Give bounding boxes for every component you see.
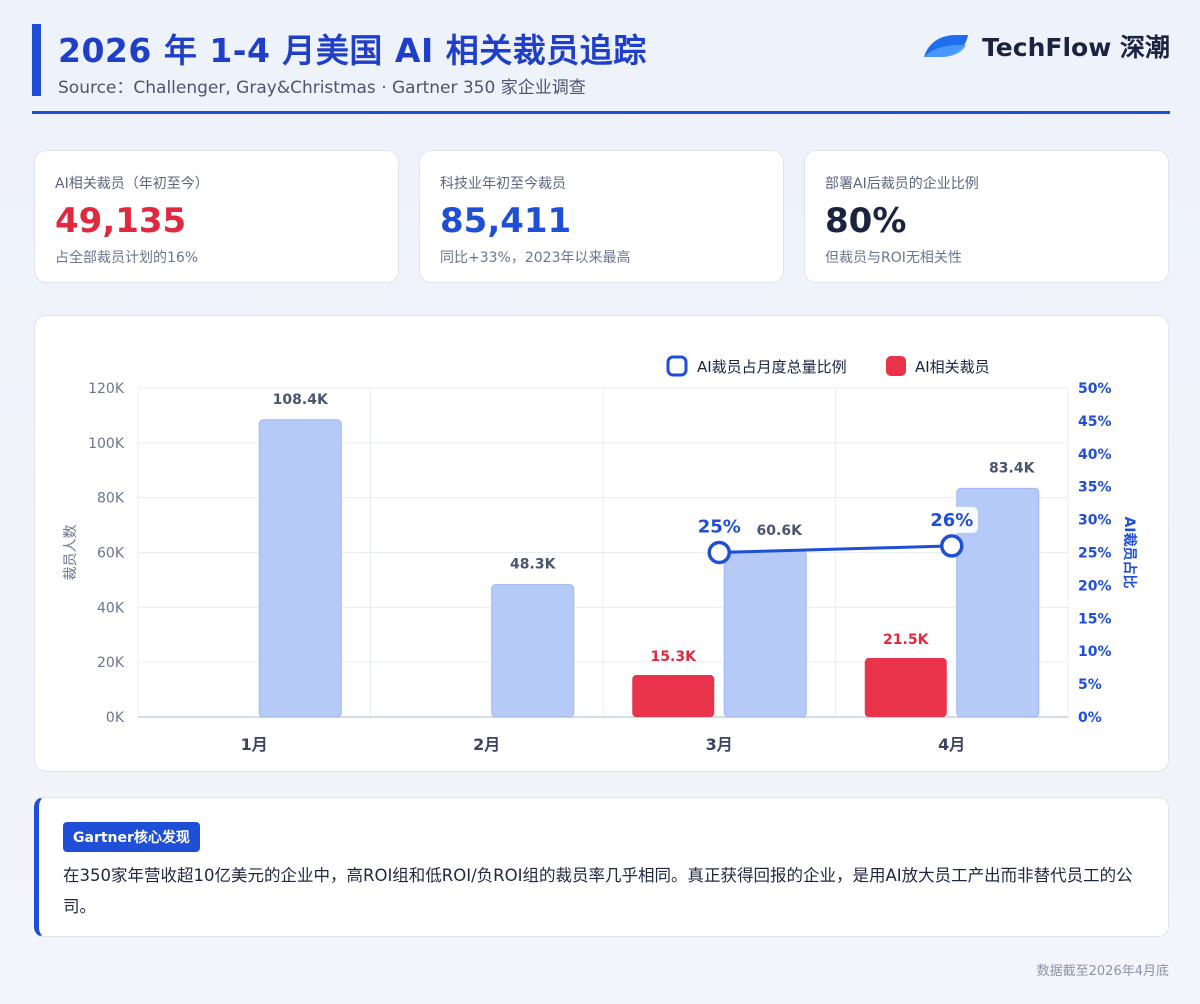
techflow-logo-icon (924, 35, 969, 57)
header: 2026 年 1-4 月美国 AI 相关裁员追踪 Source：Challeng… (32, 22, 1170, 114)
y2-axis-title: AI裁员占比 (1121, 516, 1138, 588)
y2-tick-label: 40% (1078, 447, 1112, 463)
title-accent-bar (32, 24, 41, 96)
y-tick-label: 0K (106, 710, 125, 726)
y-tick-label: 40K (97, 600, 125, 616)
kpi-card-ai-company-ratio: 部署AI后裁员的企业比例 80% 但裁员与ROI无相关性 (804, 150, 1169, 283)
kpi-card-tech-layoffs: 科技业年初至今裁员 85,411 同比+33%，2023年以来最高 (419, 150, 784, 283)
y-tick-label: 100K (88, 436, 125, 452)
finding-text: 在350家年营收超10亿美元的企业中，高ROI组和低ROI/负ROI组的裁员率几… (63, 866, 1133, 916)
kpi-value: 49,135 (55, 201, 187, 241)
legend-label-ratio: AI裁员占月度总量比例 (697, 358, 847, 376)
x-tick-label: 1月 (241, 735, 268, 754)
kpi-label: 科技业年初至今裁员 (440, 176, 566, 192)
legend-swatch-ratio (666, 355, 688, 377)
y2-tick-label: 20% (1078, 578, 1112, 594)
ratio-point (707, 540, 731, 565)
kpi-label: 部署AI后裁员的企业比例 (825, 176, 979, 192)
page-subtitle: Source：Challenger, Gray&Christmas · Gart… (58, 78, 586, 98)
y-tick-label: 120K (88, 381, 125, 397)
kpi-value: 85,411 (440, 201, 572, 241)
layoffs-chart: 0K 20K 40K 60K 80K 100K 120K 0% 5% 10% 15% 20% 25% 30… (63, 355, 1138, 754)
y2-tick-label: 10% (1078, 644, 1112, 660)
finding-card: Gartner核心发现 在350家年营收超10亿美元的企业中，高ROI组和低RO… (34, 797, 1169, 937)
y2-tick-label: 5% (1078, 677, 1102, 693)
kpi-value: 80% (825, 201, 907, 241)
ratio-label: 25% (698, 517, 741, 538)
bar-total-layoffs (491, 584, 575, 718)
kpi-note: 但裁员与ROI无相关性 (825, 250, 962, 266)
x-tick-label: 3月 (706, 735, 733, 754)
legend-label-ai: AI相关裁员 (915, 358, 990, 376)
chart-card: 0K 20K 40K 60K 80K 100K 120K 0% 5% 10% 15% 20% 25% 30… (34, 315, 1169, 772)
kpi-note: 占全部裁员计划的16% (55, 250, 199, 266)
y-tick-label: 20K (97, 655, 125, 671)
data-label: 108.4K (273, 392, 329, 408)
finding-badge: Gartner核心发现 (63, 822, 200, 852)
ratio-label: 26% (930, 510, 973, 531)
bar-ai-layoffs (864, 658, 947, 717)
brand: TechFlow 深潮 (922, 28, 1170, 64)
legend-swatch-ai (886, 356, 906, 376)
y2-tick-label: 35% (1078, 480, 1112, 496)
ratio-point (940, 534, 964, 558)
brand-name: TechFlow 深潮 (982, 33, 1170, 62)
y-tick-label: 80K (97, 491, 125, 507)
page-title: 2026 年 1-4 月美国 AI 相关裁员追踪 (58, 31, 647, 70)
data-label: 83.4K (989, 460, 1036, 476)
y-tick-label: 60K (97, 546, 125, 562)
x-tick-label: 2月 (473, 735, 500, 754)
y-axis-title: 裁员人数 (63, 525, 79, 581)
data-label: 60.6K (757, 523, 804, 539)
bar-total-layoffs (258, 419, 342, 718)
y2-tick-label: 15% (1078, 611, 1112, 627)
y2-tick-label: 45% (1078, 414, 1112, 430)
bar-ai-layoffs (632, 675, 715, 717)
y2-tick-label: 0% (1078, 710, 1102, 726)
kpi-note: 同比+33%，2023年以来最高 (440, 250, 631, 266)
y2-tick-label: 50% (1078, 381, 1112, 397)
kpi-label: AI相关裁员（年初至今） (55, 176, 209, 192)
footnote: 数据截至2026年4月底 (1036, 964, 1169, 979)
kpi-card-ai-layoffs: AI相关裁员（年初至今） 49,135 占全部裁员计划的16% (34, 150, 399, 283)
y2-tick-label: 25% (1078, 546, 1112, 562)
x-tick-label: 4月 (938, 735, 965, 754)
bar-total-layoffs (723, 550, 807, 718)
page: 2026 年 1-4 月美国 AI 相关裁员追踪 Source：Challeng… (0, 0, 1200, 1004)
y2-tick-label: 30% (1078, 513, 1112, 529)
data-label: 15.3K (651, 649, 698, 665)
data-label: 48.3K (510, 557, 557, 573)
data-label: 21.5K (883, 632, 930, 648)
